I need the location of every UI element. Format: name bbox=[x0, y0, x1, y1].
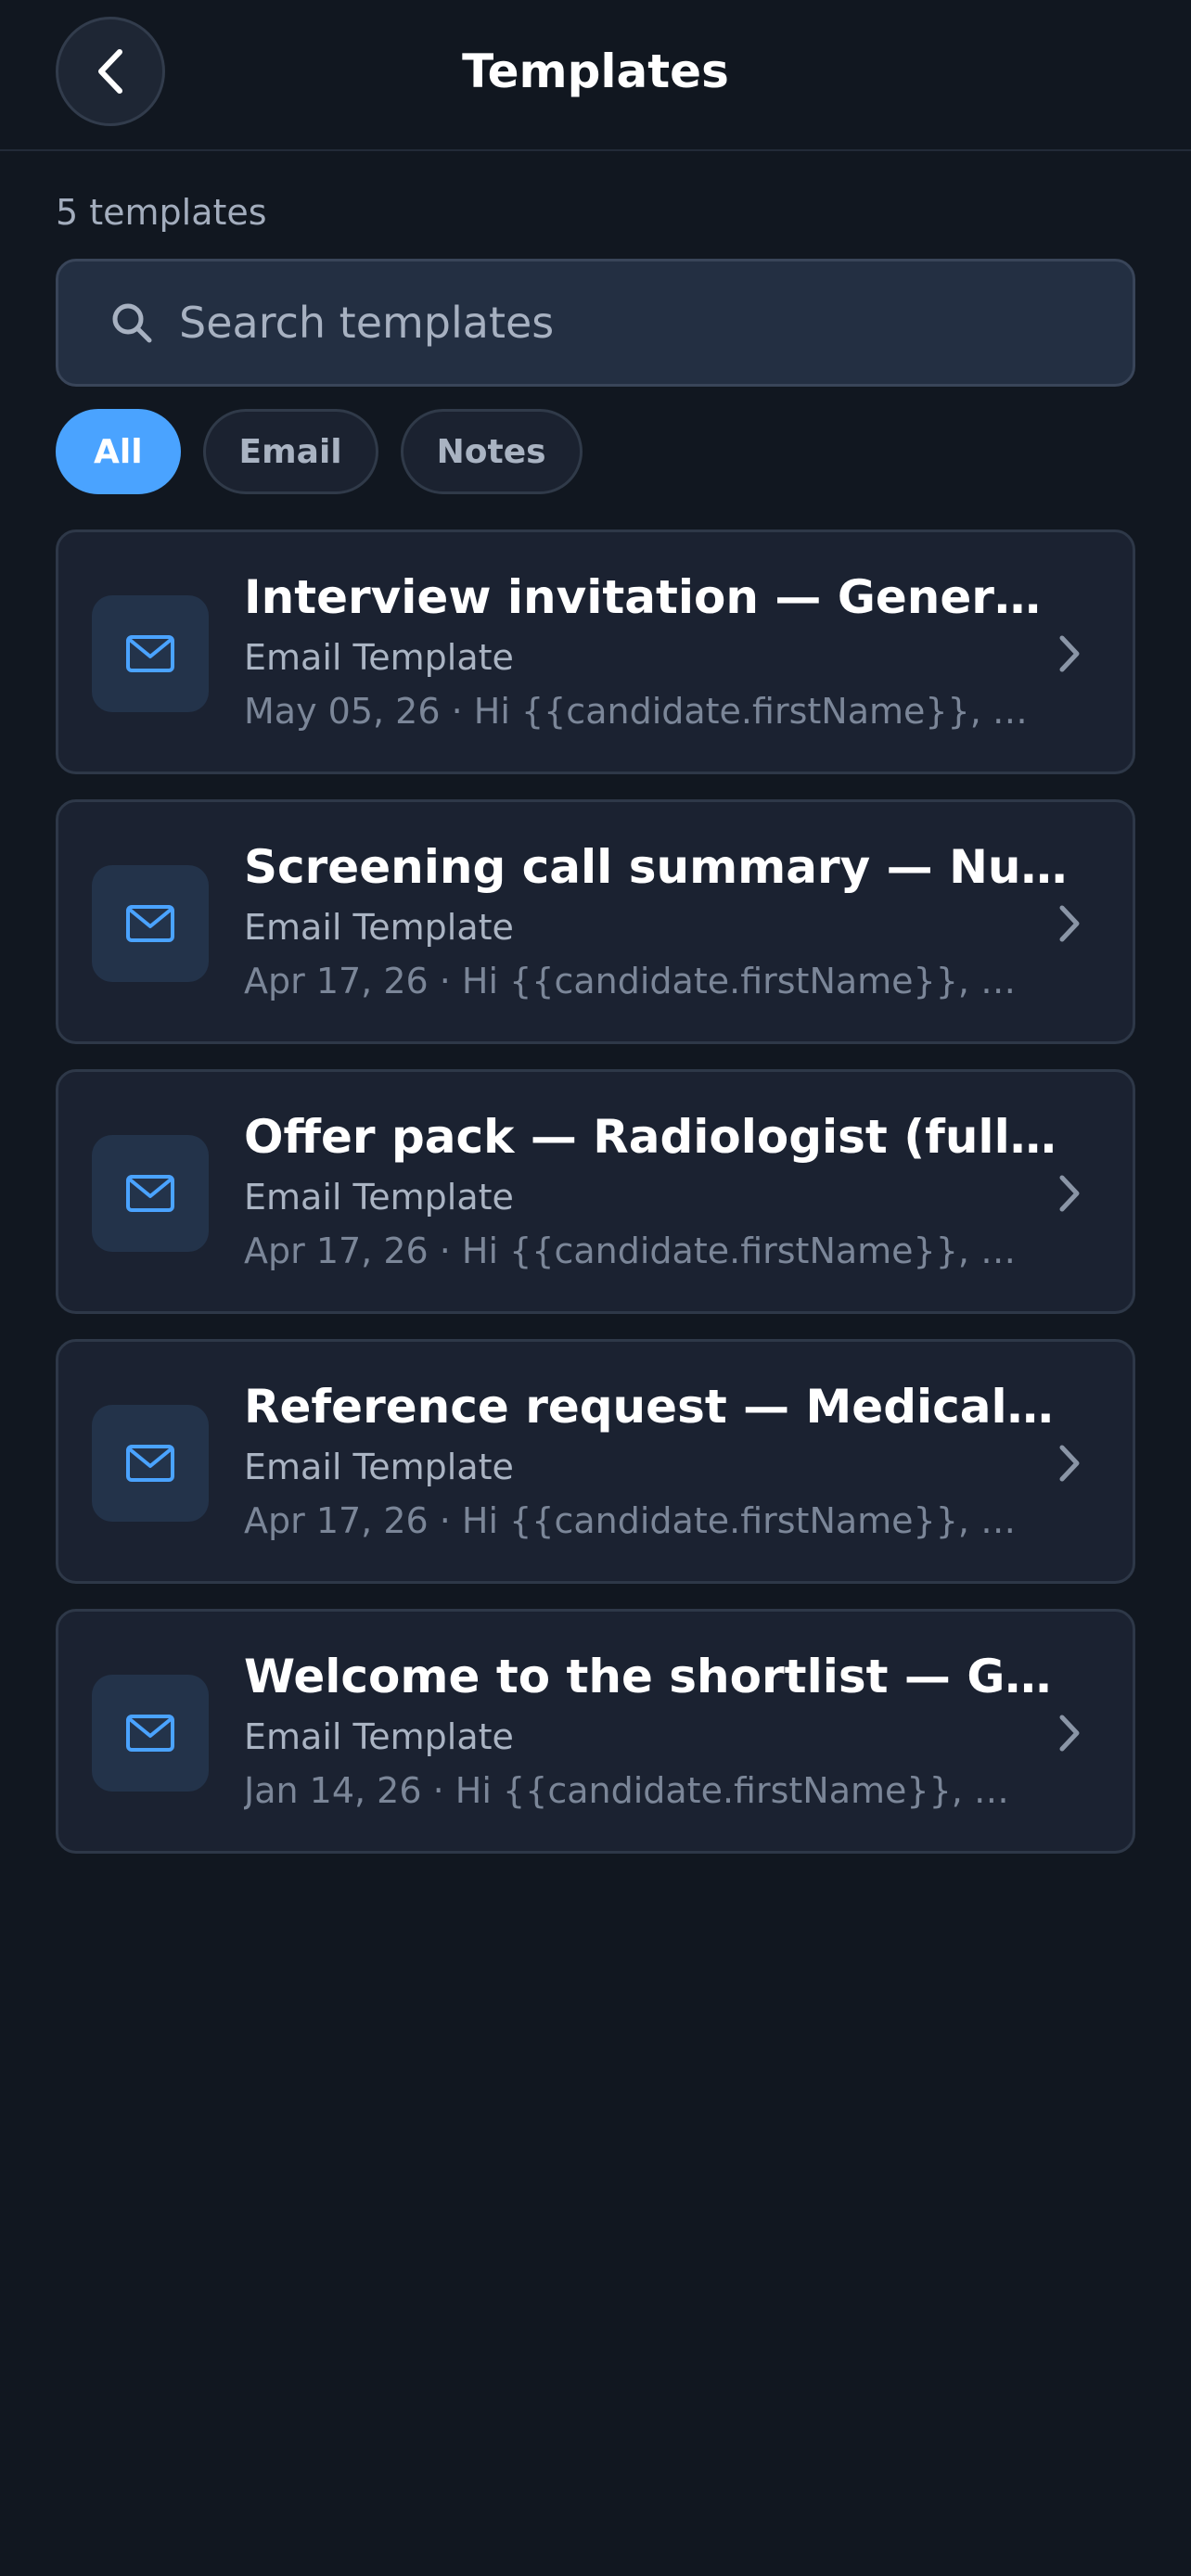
template-title: Interview invitation — General... bbox=[244, 570, 1069, 624]
filter-chip-email[interactable]: Email bbox=[202, 409, 378, 494]
template-preview: Jan 14, 26 · Hi {{candidate.firstName}},… bbox=[244, 1770, 1032, 1811]
template-title: Welcome to the shortlist — GP ... bbox=[244, 1650, 1069, 1703]
template-type: Email Template bbox=[244, 637, 514, 678]
template-list: Interview invitation — General... Email … bbox=[56, 529, 1135, 1879]
template-title: Offer pack — Radiologist (full-t... bbox=[244, 1110, 1069, 1164]
filter-chip-notes[interactable]: Notes bbox=[400, 409, 583, 494]
template-title: Reference request — Medical I... bbox=[244, 1380, 1069, 1434]
template-preview: Apr 17, 26 · Hi {{candidate.firstName}},… bbox=[244, 1231, 1032, 1271]
search-icon bbox=[112, 303, 152, 343]
mail-icon bbox=[92, 1405, 209, 1522]
mail-icon bbox=[92, 1675, 209, 1792]
template-preview: Apr 17, 26 · Hi {{candidate.firstName}},… bbox=[244, 1500, 1032, 1541]
chevron-right-icon bbox=[1059, 1445, 1080, 1482]
template-type: Email Template bbox=[244, 907, 514, 948]
template-type: Email Template bbox=[244, 1177, 514, 1218]
mail-icon bbox=[92, 865, 209, 982]
template-card[interactable]: Welcome to the shortlist — GP ... Email … bbox=[56, 1609, 1135, 1854]
filter-chips: All Email Notes bbox=[56, 409, 583, 494]
mail-icon bbox=[92, 1135, 209, 1252]
chevron-right-icon bbox=[1059, 905, 1080, 942]
page-title: Templates bbox=[462, 45, 729, 98]
template-title: Screening call summary — Nur... bbox=[244, 840, 1069, 894]
chevron-right-icon bbox=[1059, 1175, 1080, 1212]
app-header: Templates bbox=[0, 0, 1191, 151]
search-bar[interactable] bbox=[56, 259, 1135, 387]
template-card[interactable]: Interview invitation — General... Email … bbox=[56, 529, 1135, 774]
chevron-right-icon bbox=[1059, 635, 1080, 672]
template-preview: Apr 17, 26 · Hi {{candidate.firstName}},… bbox=[244, 961, 1032, 1001]
chevron-right-icon bbox=[1059, 1715, 1080, 1752]
template-card[interactable]: Offer pack — Radiologist (full-t... Emai… bbox=[56, 1069, 1135, 1314]
template-type: Email Template bbox=[244, 1447, 514, 1487]
template-card[interactable]: Screening call summary — Nur... Email Te… bbox=[56, 799, 1135, 1044]
mail-icon bbox=[92, 595, 209, 712]
search-input[interactable] bbox=[179, 298, 1133, 348]
filter-chip-all[interactable]: All bbox=[56, 409, 181, 494]
template-preview: May 05, 26 · Hi {{candidate.firstName}},… bbox=[244, 691, 1032, 732]
template-type: Email Template bbox=[244, 1716, 514, 1757]
template-card[interactable]: Reference request — Medical I... Email T… bbox=[56, 1339, 1135, 1584]
template-count: 5 templates bbox=[56, 192, 267, 233]
